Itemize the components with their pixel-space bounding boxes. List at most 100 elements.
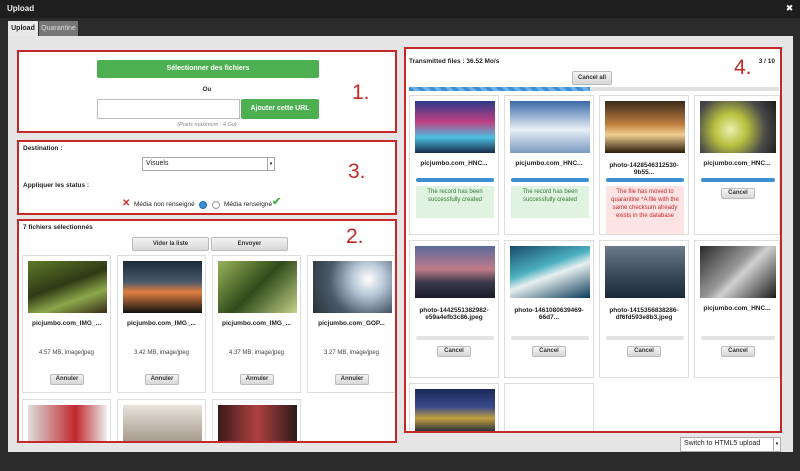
overall-progress-track: [409, 87, 779, 91]
file-card-partial: [117, 399, 206, 441]
file-progress: [416, 336, 494, 340]
file-meta: 3.42 MB, image/jpeg: [133, 350, 190, 356]
upload-window: Upload ✖ Upload Quarantine Sélectionner …: [0, 0, 800, 471]
cancel-file-button[interactable]: Annuler: [335, 374, 369, 385]
cancel-file-button[interactable]: Annuler: [240, 374, 274, 385]
cancel-file-button[interactable]: Annuler: [50, 374, 84, 385]
file-name: photo-1428546312530-9b55...: [609, 162, 679, 176]
file-thumbnail: [415, 101, 495, 153]
destination-value: Visuels: [146, 160, 169, 167]
file-progress: [701, 178, 775, 182]
cancel-all-button[interactable]: Cancel all: [572, 71, 612, 85]
file-thumbnail: [605, 246, 685, 298]
file-card: picjumbo.com_IMG_... 4.57 MB, image/jpeg…: [22, 255, 111, 393]
file-status: The record has been successfully created: [416, 186, 494, 218]
title-bar: Upload ✖: [0, 0, 800, 18]
selected-files-section: 7 fichiers sélectionnés Vider la liste E…: [17, 219, 397, 443]
file-thumbnail: [218, 405, 297, 441]
file-status: The file has moved to quarantine *A file…: [606, 186, 684, 234]
transmitted-file-card: photo-1415356838286-df6fd593e8b3.jpeg Ca…: [599, 240, 689, 378]
file-thumbnail: [123, 405, 202, 441]
tab-upload[interactable]: Upload: [8, 21, 38, 36]
max-weight-hint: (Poids maximum : 4 Go): [177, 122, 237, 128]
file-name: picjumbo.com_IMG_...: [32, 320, 101, 327]
file-name: photo-1442551382982-e59a4efb3c86.jpeg: [419, 307, 489, 321]
file-meta: 4.37 MB, image/jpeg: [228, 350, 285, 356]
cancel-transfer-button[interactable]: Cancel: [532, 346, 566, 357]
status-uninformed-radio[interactable]: [199, 201, 207, 209]
file-progress: [416, 178, 494, 182]
tab-quarantine[interactable]: Quarantine: [39, 21, 78, 36]
file-thumbnail: [415, 246, 495, 298]
transmitted-file-card: picjumbo.com_HNC... Cancel: [694, 240, 780, 378]
chevron-down-icon: ▾: [267, 158, 274, 170]
file-name: picjumbo.com_HNC...: [515, 160, 583, 167]
transmitted-files-section: Transmitted files : 36.52 Mo/s 3 / 10 Ca…: [404, 47, 782, 433]
cancel-file-button[interactable]: Annuler: [145, 374, 179, 385]
status-label: Appliquer les status :: [23, 182, 90, 189]
transmitted-rate: Transmitted files : 36.52 Mo/s: [409, 58, 500, 65]
file-card-partial: [212, 399, 301, 441]
file-name: picjumbo.com_IMG_...: [222, 320, 291, 327]
file-thumbnail: [218, 261, 297, 313]
select-files-button[interactable]: Sélectionner des fichiers: [97, 60, 319, 78]
cross-icon: ✕: [122, 198, 131, 209]
file-thumbnail: [700, 101, 776, 153]
file-thumbnail: [28, 261, 107, 313]
file-source-section: Sélectionner des fichiers Ou Ajouter cet…: [17, 50, 397, 133]
cancel-transfer-button[interactable]: Cancel: [627, 346, 661, 357]
file-meta: 4.57 MB, image/jpeg: [38, 350, 95, 356]
file-progress: [701, 336, 775, 340]
cancel-transfer-button[interactable]: Cancel: [437, 346, 471, 357]
destination-label: Destination :: [23, 145, 63, 152]
file-thumbnail: [510, 246, 590, 298]
upload-content: Sélectionner des fichiers Ou Ajouter cet…: [8, 36, 793, 452]
annotation-1: 1.: [352, 81, 370, 104]
annotation-3: 3.: [348, 160, 366, 183]
file-progress: [606, 178, 684, 182]
file-card: picjumbo.com_GOP... 3.27 MB, image/jpeg …: [307, 255, 395, 393]
status-informed-label: Média renseigné: [224, 201, 273, 208]
file-name: photo-1461080639469-66d7...: [514, 307, 584, 321]
file-name: picjumbo.com_IMG_...: [127, 320, 196, 327]
add-url-button[interactable]: Ajouter cette URL: [241, 99, 319, 119]
send-button[interactable]: Envoyer: [211, 237, 288, 251]
upload-mode-value: Switch to HTML5 upload: [684, 440, 761, 447]
file-name: picjumbo.com_HNC...: [703, 305, 771, 312]
file-thumbnail: [313, 261, 392, 313]
transmitted-file-card: picjumbo.com_HNC... The record has been …: [504, 95, 594, 235]
file-name: picjumbo.com_HNC...: [703, 160, 771, 167]
transmitted-file-card: picjumbo.com_HNC... The record has been …: [409, 95, 499, 235]
file-progress: [606, 336, 684, 340]
close-icon[interactable]: ✖: [784, 3, 795, 14]
file-counter: 3 / 10: [758, 58, 775, 65]
transmitted-file-card: photo-1442551382982-e59a4efb3c86.jpeg Ca…: [409, 240, 499, 378]
file-thumbnail: [700, 246, 776, 298]
upload-mode-select[interactable]: Switch to HTML5 upload ▾: [680, 437, 781, 452]
file-thumbnail: [123, 261, 202, 313]
window-title: Upload: [7, 4, 35, 13]
or-label: Ou: [202, 86, 212, 93]
annotation-4: 4.: [734, 56, 752, 79]
file-thumbnail: [605, 101, 685, 153]
clear-list-button[interactable]: Vider la liste: [132, 237, 209, 251]
annotation-2: 2.: [346, 225, 364, 248]
destination-select[interactable]: Visuels ▾: [142, 157, 275, 171]
chevron-down-icon: ▾: [773, 438, 780, 451]
overall-progress-fill: [409, 87, 591, 91]
file-progress: [511, 178, 589, 182]
transmitted-file-card: photo-1428546312530-9b55... The file has…: [599, 95, 689, 235]
cancel-transfer-button[interactable]: Cancel: [721, 188, 755, 199]
file-status: The record has been successfully created: [511, 186, 589, 218]
cancel-transfer-button[interactable]: Cancel: [721, 346, 755, 357]
file-name: photo-1415356838286-df6fd593e8b3.jpeg: [609, 307, 679, 321]
file-thumbnail: [28, 405, 107, 441]
transmitted-file-card: picjumbo.com_HNC... Cancel: [694, 95, 780, 235]
transmitted-file-card: photo-1461080639469-66d7... Cancel: [504, 240, 594, 378]
url-input[interactable]: [97, 99, 240, 119]
file-thumbnail: [510, 101, 590, 153]
status-uninformed-label: Média non renseigné: [134, 201, 195, 208]
status-informed-radio[interactable]: [212, 201, 220, 209]
file-card: picjumbo.com_IMG_... 3.42 MB, image/jpeg…: [117, 255, 206, 393]
file-thumbnail: [415, 389, 495, 431]
